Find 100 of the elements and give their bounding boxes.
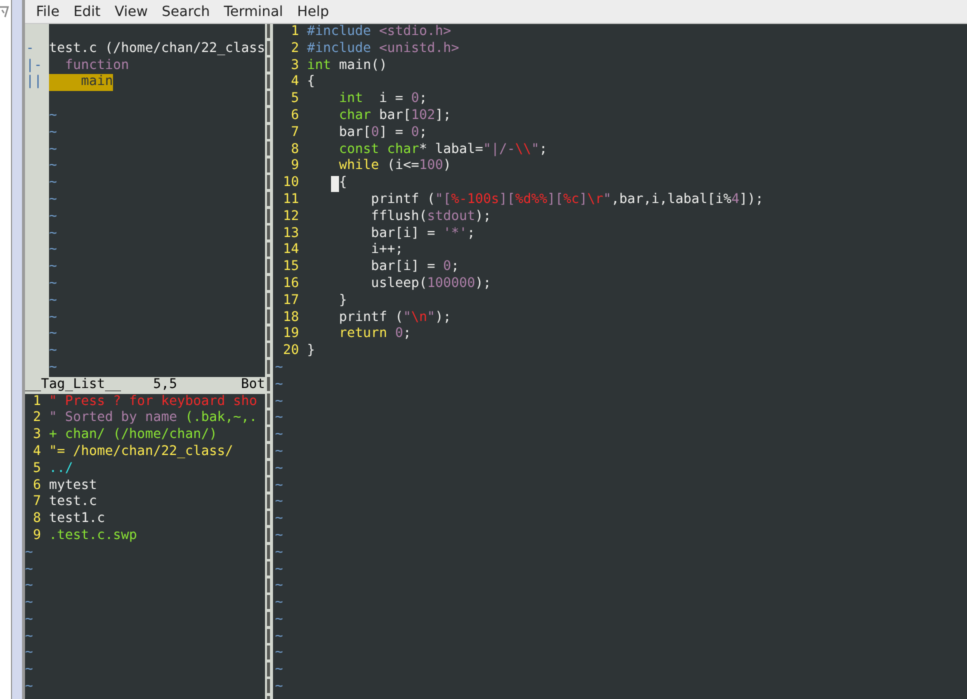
line-number: 7 (290, 124, 300, 142)
scroll-position: Bot (240, 376, 265, 394)
line-number: 6 (290, 108, 300, 125)
file-heading: test.c (/home/chan/22_class (49, 40, 266, 58)
empty-line-marker: ~ (49, 175, 58, 192)
empty-line-marker: ~ (49, 124, 58, 142)
code-line: fflush(stdout); (370, 208, 492, 226)
line-number: 16 (282, 276, 300, 293)
empty-line-marker: ~ (25, 679, 34, 696)
empty-line-marker: ~ (49, 208, 58, 226)
empty-line-marker: ~ (49, 192, 58, 209)
tag-entry[interactable]: main (49, 74, 114, 92)
code-line: printf ("[%-100s][%d%%][%c]\r",bar,i,labal[i%4]); (370, 192, 764, 209)
line-number: 10 (282, 175, 300, 192)
empty-line-marker: ~ (49, 310, 58, 326)
line-number: 7 (32, 494, 42, 512)
file-entry[interactable]: .test.c.swp (49, 528, 138, 545)
file-entry[interactable]: test1.c (49, 511, 106, 528)
line-number: 14 (282, 242, 300, 260)
code-line: bar[0] = 0; (338, 124, 428, 142)
file-entry[interactable]: + chan/ (/home/chan/) (49, 427, 218, 444)
empty-line-marker: ~ (49, 242, 58, 260)
empty-line-marker: ~ (25, 628, 34, 646)
corner-icon (0, 6, 9, 18)
line-number: 5 (290, 91, 300, 108)
empty-line-marker: ~ (275, 427, 284, 444)
empty-line-marker: ~ (25, 645, 34, 662)
line-number: 9 (32, 528, 42, 545)
file-entry[interactable]: test.c (49, 494, 98, 512)
empty-line-marker: ~ (275, 376, 284, 394)
empty-line-marker: ~ (275, 612, 284, 629)
buffer-name: __Tag_List__ (25, 376, 122, 394)
fold-marker: || (25, 74, 42, 92)
empty-line-marker: ~ (49, 158, 58, 176)
line-number: 4 (290, 74, 300, 92)
empty-line-marker: ~ (275, 578, 284, 596)
empty-line-marker: ~ (49, 326, 58, 344)
line-number: 4 (32, 444, 42, 461)
code-line: bar[i] = '*'; (370, 226, 476, 242)
code-line: int i = 0; (338, 91, 428, 108)
menu-item[interactable]: View (108, 4, 155, 20)
empty-line-marker: ~ (49, 343, 58, 360)
line-number: 3 (32, 427, 42, 444)
file-entry[interactable]: " Sorted by name (.bak,~,. (49, 410, 258, 428)
tag-group: function (49, 58, 130, 74)
line-number: 1 (32, 394, 42, 410)
empty-line-marker: ~ (49, 142, 58, 158)
file-entry[interactable]: ../ (49, 460, 74, 478)
empty-line-marker: ~ (275, 460, 284, 478)
code-line: { (307, 74, 316, 92)
empty-line-marker: ~ (275, 410, 284, 428)
code-line: #include <stdio.h> (307, 24, 452, 41)
empty-line-marker: ~ (49, 292, 58, 310)
code-line: const char* labal="|/-\\"; (338, 142, 548, 158)
empty-line-marker: ~ (49, 360, 58, 377)
line-number: 18 (282, 310, 300, 326)
empty-line-marker: ~ (49, 259, 58, 276)
code-line: usleep(100000); (370, 276, 492, 293)
menu-item[interactable]: Search (154, 4, 217, 20)
line-number: 19 (282, 326, 300, 344)
empty-line-marker: ~ (25, 595, 34, 612)
line-number: 15 (282, 259, 300, 276)
line-number: 2 (290, 40, 300, 58)
menu-item[interactable]: File (29, 4, 66, 20)
empty-line-marker: ~ (275, 628, 284, 646)
file-entry[interactable]: mytest (49, 478, 98, 494)
fold-marker: - (25, 40, 34, 58)
empty-line-marker: ~ (25, 544, 34, 562)
code-line: i++; (370, 242, 404, 260)
file-entry[interactable]: "= /home/chan/22_class/ (49, 444, 234, 461)
line-number: 8 (32, 511, 42, 528)
code-line: int main() (307, 58, 388, 74)
empty-line-marker: ~ (25, 662, 34, 680)
menu-item[interactable]: Edit (66, 4, 108, 20)
empty-line-marker: ~ (275, 679, 284, 696)
empty-line-marker: ~ (275, 544, 284, 562)
empty-line-marker: ~ (49, 108, 58, 125)
code-line: } (307, 343, 316, 360)
empty-line-marker: ~ (49, 226, 58, 242)
line-number: 11 (282, 192, 300, 209)
empty-line-marker: ~ (275, 511, 284, 528)
code-line: return 0; (338, 326, 412, 344)
empty-line-marker: ~ (275, 360, 284, 377)
menu-item[interactable]: Help (290, 4, 336, 20)
code-line: bar[i] = 0; (370, 259, 460, 276)
empty-line-marker: ~ (275, 595, 284, 612)
code-line: { (338, 175, 348, 192)
line-number: 8 (290, 142, 300, 158)
code-line: char bar[102]; (338, 108, 452, 125)
empty-line-marker: ~ (275, 444, 284, 461)
code-line: } (338, 292, 348, 310)
empty-line-marker: ~ (275, 662, 284, 680)
empty-line-marker: ~ (275, 645, 284, 662)
line-number: 5 (32, 460, 42, 478)
empty-line-marker: ~ (275, 494, 284, 512)
code-line: printf ("\n"); (338, 310, 452, 326)
empty-line-marker: ~ (25, 562, 34, 578)
empty-line-marker: ~ (49, 276, 58, 293)
empty-line-marker: ~ (25, 612, 34, 629)
menu-item[interactable]: Terminal (216, 4, 290, 20)
